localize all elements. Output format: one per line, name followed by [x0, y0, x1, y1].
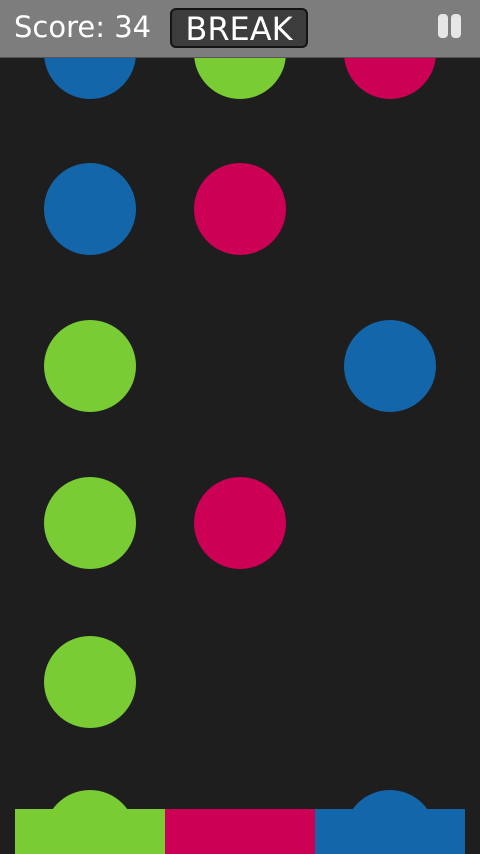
green-dot [44, 320, 136, 412]
pink-dot [194, 477, 286, 569]
pink-dot [194, 163, 286, 255]
catcher-segment-green[interactable] [15, 809, 165, 854]
pause-icon[interactable] [436, 14, 464, 40]
game-board: Score: 34 BREAK [0, 0, 480, 854]
blue-dot [344, 320, 436, 412]
color-catcher-bar [15, 809, 465, 854]
catcher-segment-blue[interactable] [315, 809, 465, 854]
pause-bar-left [438, 14, 448, 38]
score-label: Score: 34 [14, 10, 152, 44]
blue-dot [44, 163, 136, 255]
green-dot [44, 636, 136, 728]
break-button[interactable]: BREAK [170, 8, 308, 48]
pause-bar-right [451, 14, 461, 38]
catcher-segment-pink[interactable] [165, 809, 315, 854]
top-bar: Score: 34 BREAK [0, 0, 480, 58]
green-dot [44, 477, 136, 569]
